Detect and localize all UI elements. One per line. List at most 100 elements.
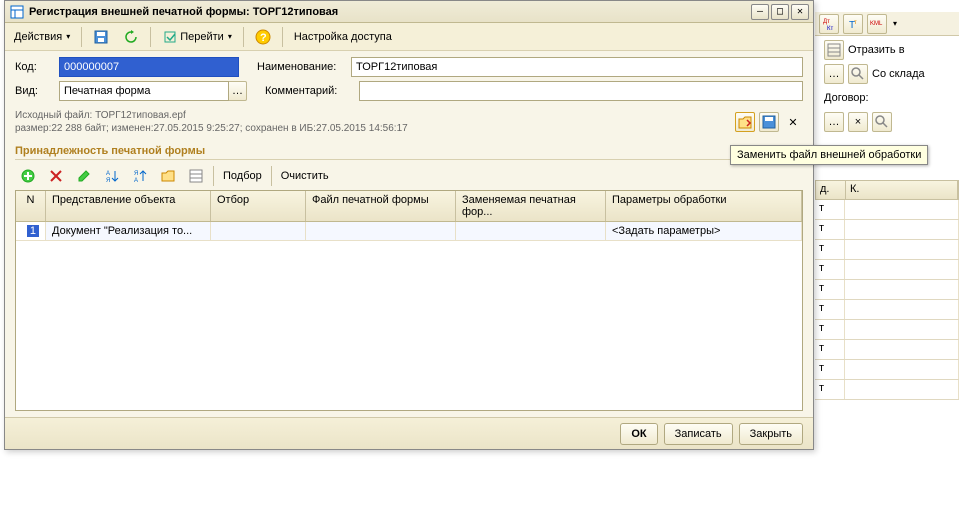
edit-row-button[interactable]	[71, 165, 97, 187]
cell-params: <Задать параметры>	[606, 222, 802, 240]
svg-text:т: т	[854, 20, 857, 26]
comment-input[interactable]	[359, 81, 803, 101]
dialog-toolbar: Действия ▾ Перейти▾ ? Настройка доступа	[5, 23, 813, 51]
close-dialog-button[interactable]: Закрыть	[739, 423, 803, 445]
bg-label-reflect: Отразить в	[848, 44, 905, 56]
bg-dots-btn[interactable]: …	[824, 64, 844, 84]
actions-menu[interactable]: Действия ▾	[9, 26, 75, 48]
actions-label: Действия	[14, 31, 62, 43]
folder-button[interactable]	[155, 165, 181, 187]
type-label: Вид:	[15, 85, 55, 97]
table-header: N Представление объекта Отбор Файл печат…	[16, 191, 802, 222]
bg-search-btn[interactable]	[848, 64, 868, 84]
bg-right-panel: Отразить в … Со склада Договор: … ×	[824, 38, 959, 134]
table-row[interactable]: 1 Документ "Реализация то... <Задать пар…	[16, 222, 802, 241]
dialog: Регистрация внешней печатной формы: ТОРГ…	[4, 0, 814, 450]
cell-replaced	[456, 222, 606, 240]
chevron-down-icon: ▾	[228, 32, 232, 41]
maximize-button[interactable]: □	[771, 4, 789, 20]
delete-row-button[interactable]	[43, 165, 69, 187]
select-label: Подбор	[223, 170, 262, 182]
name-input[interactable]	[351, 57, 803, 77]
form-icon	[9, 4, 25, 20]
save-button[interactable]	[88, 26, 114, 48]
table: N Представление объекта Отбор Файл печат…	[15, 190, 803, 411]
delete-file-button[interactable]: ✕	[783, 112, 803, 132]
access-settings-button[interactable]: Настройка доступа	[289, 26, 397, 48]
goto-menu[interactable]: Перейти▾	[157, 26, 237, 48]
chevron-down-icon: ▾	[893, 19, 897, 28]
close-button[interactable]: ✕	[791, 4, 809, 20]
svg-text:Дт: Дт	[823, 19, 830, 25]
write-button[interactable]: Записать	[664, 423, 733, 445]
dialog-title: Регистрация внешней печатной формы: ТОРГ…	[29, 6, 751, 18]
bg-row[interactable]: т	[815, 200, 959, 220]
dialog-body: Код: Наименование: Вид: … Комментарий: И…	[5, 51, 813, 417]
th-representation[interactable]: Представление объекта	[46, 191, 211, 221]
bg-label-warehouse: Со склада	[872, 68, 925, 80]
th-params[interactable]: Параметры обработки	[606, 191, 802, 221]
table-toolbar: AЯ ЯA Подбор Очистить	[15, 164, 803, 188]
svg-text:A: A	[134, 178, 138, 184]
bg-row[interactable]: т	[815, 360, 959, 380]
minimize-button[interactable]: —	[751, 4, 769, 20]
bg-grid-icon[interactable]	[824, 40, 844, 60]
bg-btn-dtkt[interactable]: ДтКт	[819, 14, 839, 34]
bg-search-btn-2[interactable]	[872, 112, 892, 132]
type-picker-button[interactable]: …	[229, 81, 247, 101]
file-info-line1: Исходный файл: ТОРГ12типовая.epf	[15, 109, 408, 122]
save-file-button[interactable]	[759, 112, 779, 132]
bg-row[interactable]: т	[815, 300, 959, 320]
code-input[interactable]	[59, 57, 239, 77]
svg-text:?: ?	[260, 32, 267, 44]
bg-btn-kml[interactable]: KML	[867, 14, 887, 34]
sort-desc-button[interactable]: ЯA	[127, 165, 153, 187]
bg-row[interactable]: т	[815, 320, 959, 340]
name-label: Наименование:	[257, 61, 347, 73]
comment-label: Комментарий:	[265, 85, 355, 97]
replace-file-button[interactable]	[735, 112, 755, 132]
svg-text:A: A	[106, 171, 110, 177]
cell-filter	[211, 222, 306, 240]
th-filter[interactable]: Отбор	[211, 191, 306, 221]
list-button[interactable]	[183, 165, 209, 187]
code-label: Код:	[15, 61, 55, 73]
access-label: Настройка доступа	[294, 31, 392, 43]
section-title: Принадлежность печатной формы	[15, 145, 803, 160]
bg-row[interactable]: т	[815, 240, 959, 260]
bg-th-d: д.	[816, 181, 846, 199]
clear-button[interactable]: Очистить	[276, 165, 334, 187]
th-replaced[interactable]: Заменяемая печатная фор...	[456, 191, 606, 221]
add-row-button[interactable]	[15, 165, 41, 187]
bg-label-contract: Договор:	[824, 92, 869, 104]
file-info-line2: размер:22 288 байт; изменен:27.05.2015 9…	[15, 122, 408, 135]
bg-row[interactable]: т	[815, 280, 959, 300]
bg-row[interactable]: т	[815, 380, 959, 400]
bg-btn-t[interactable]: Tт	[843, 14, 863, 34]
refresh-button[interactable]	[118, 26, 144, 48]
bg-x-btn[interactable]: ×	[848, 112, 868, 132]
svg-text:KML: KML	[870, 21, 883, 27]
cell-representation: Документ "Реализация то...	[46, 222, 211, 240]
select-button[interactable]: Подбор	[218, 165, 267, 187]
chevron-down-icon: ▾	[66, 32, 70, 41]
svg-text:Я: Я	[106, 178, 110, 184]
clear-label: Очистить	[281, 170, 329, 182]
dialog-footer: ОК Записать Закрыть	[5, 417, 813, 449]
th-n[interactable]: N	[16, 191, 46, 221]
bg-table: д. К. тттттттттт	[815, 180, 959, 400]
file-info: Исходный файл: ТОРГ12типовая.epf размер:…	[15, 109, 408, 135]
bg-dots-btn-2[interactable]: …	[824, 112, 844, 132]
sort-asc-button[interactable]: AЯ	[99, 165, 125, 187]
cell-file	[306, 222, 456, 240]
bg-row[interactable]: т	[815, 340, 959, 360]
type-input[interactable]	[59, 81, 229, 101]
svg-text:Я: Я	[134, 171, 138, 177]
bg-row[interactable]: т	[815, 260, 959, 280]
bg-row[interactable]: т	[815, 220, 959, 240]
th-file[interactable]: Файл печатной формы	[306, 191, 456, 221]
titlebar: Регистрация внешней печатной формы: ТОРГ…	[5, 1, 813, 23]
help-button[interactable]: ?	[250, 26, 276, 48]
bg-toolbar: ДтКт Tт KML ▾	[815, 12, 959, 36]
ok-button[interactable]: ОК	[620, 423, 657, 445]
